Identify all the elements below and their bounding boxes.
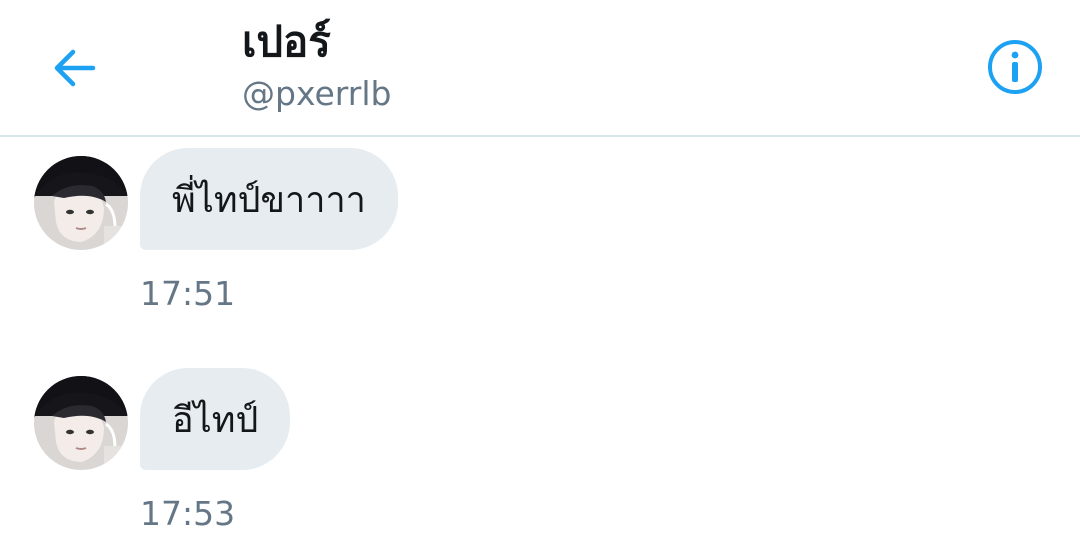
back-button[interactable]: [44, 38, 104, 98]
info-button[interactable]: [984, 36, 1046, 98]
info-circle-icon: [988, 40, 1042, 94]
avatar-image: [34, 156, 128, 250]
conversation-header: เปอร์ @pxerrlb: [0, 0, 1080, 137]
message-bubble[interactable]: อีไทป์: [140, 368, 291, 470]
conversation-title: เปอร์: [242, 17, 331, 66]
conversation-handle: @pxerrlb: [242, 74, 392, 113]
message-timestamp: 17:53: [140, 494, 236, 533]
message-timestamp: 17:51: [140, 274, 236, 313]
arrow-left-icon: [54, 49, 96, 87]
message-bubble[interactable]: พี่ไทป์ขาาาา: [140, 148, 398, 250]
avatar[interactable]: [34, 156, 128, 250]
avatar[interactable]: [34, 376, 128, 470]
avatar-image: [34, 376, 128, 470]
